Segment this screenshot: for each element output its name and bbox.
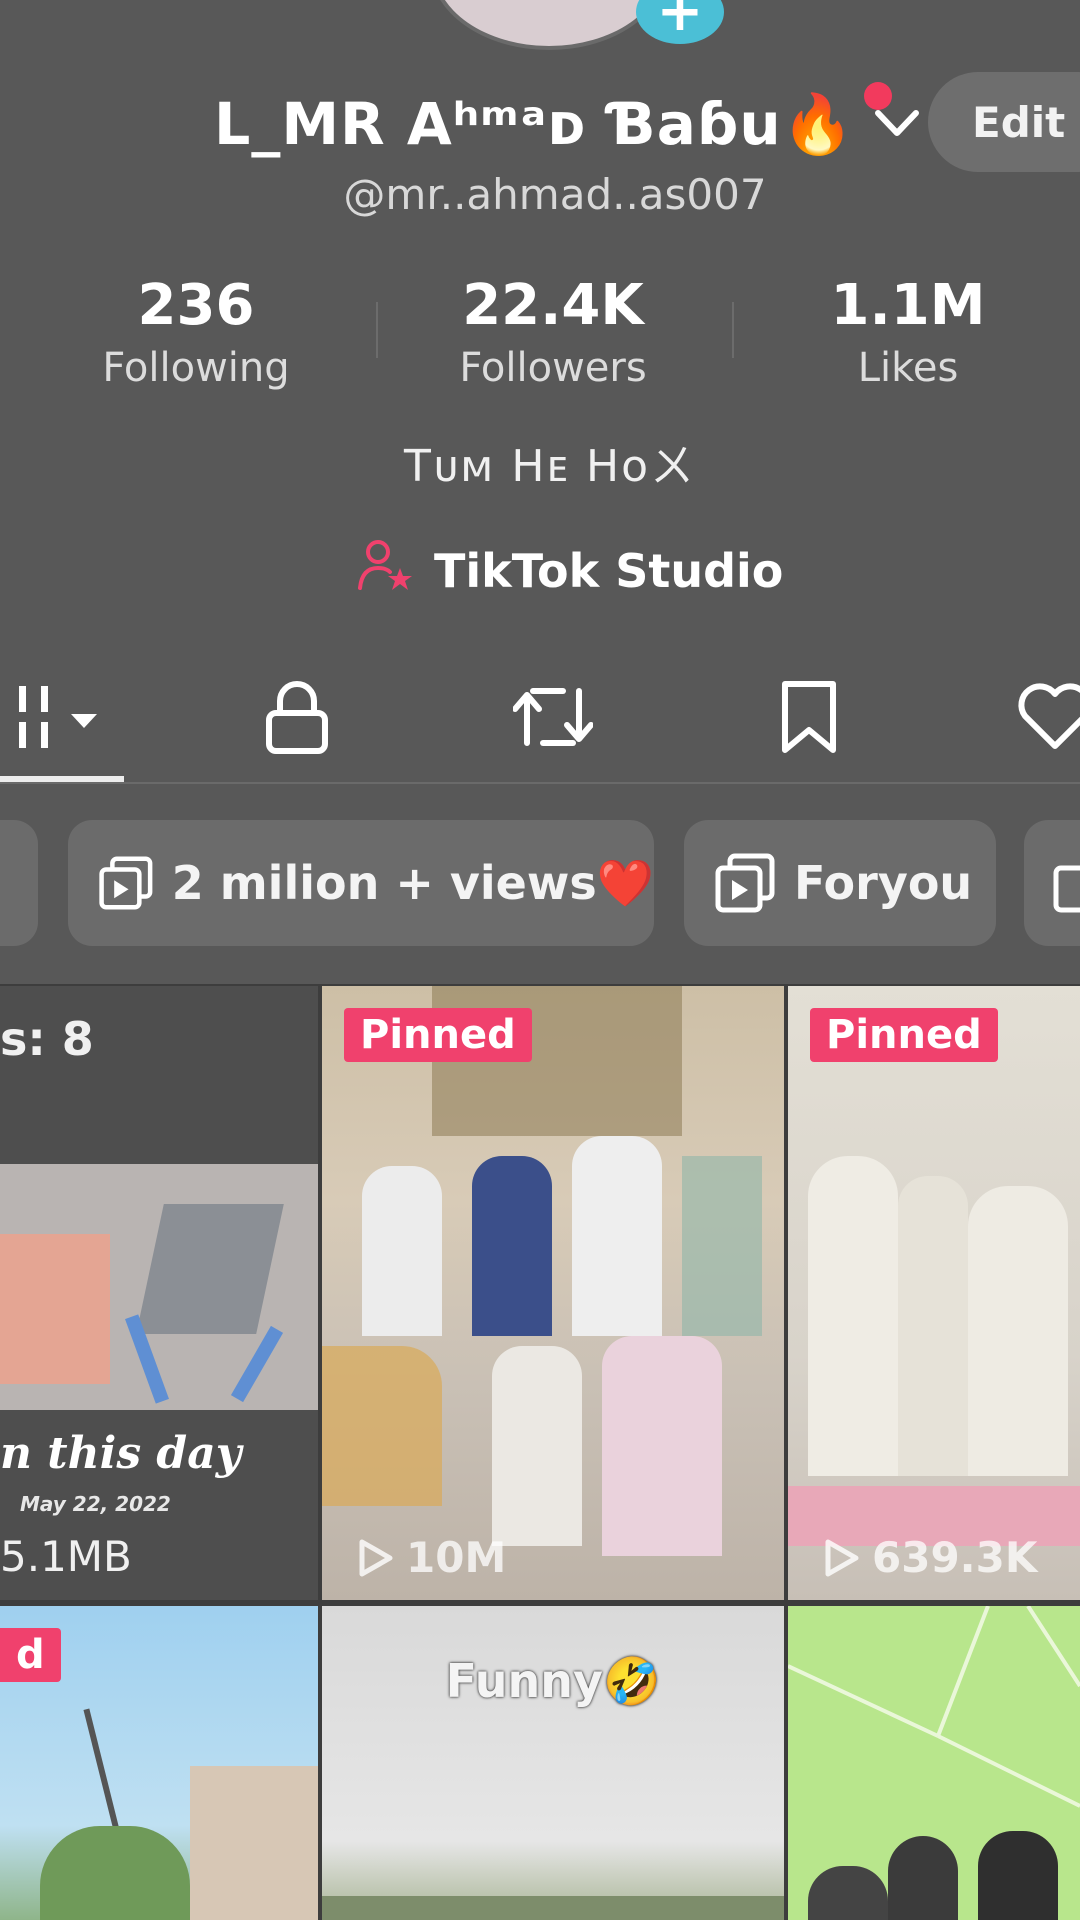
stat-following[interactable]: 236 Following (46, 270, 346, 394)
tiktok-studio-link[interactable]: TikTok Studio (356, 538, 783, 604)
collection-chip[interactable]: 2 milion + views❤️ (68, 820, 654, 946)
stat-divider (376, 302, 378, 358)
memory-title: n this day (0, 1428, 242, 1479)
username-handle: @mr..ahmad..as007 (343, 170, 767, 219)
collection-icon (1053, 865, 1080, 913)
video-thumbnail[interactable]: d (0, 1606, 318, 1920)
creator-star-icon (356, 538, 416, 605)
followers-count: 22.4K (462, 273, 644, 338)
grid-divider (784, 984, 788, 1920)
memory-date: May 22, 2022 (20, 1492, 171, 1516)
pinned-badge-partial: d (0, 1628, 61, 1682)
tab-videos[interactable] (6, 672, 106, 762)
followers-label: Followers (459, 345, 647, 391)
play-icon (825, 1539, 859, 1576)
collection-chip-partial[interactable] (1024, 820, 1080, 946)
grid-divider (318, 984, 322, 1920)
video-thumbnail[interactable]: Pinned 10M (322, 986, 784, 1600)
video-thumbnail[interactable] (788, 1606, 1080, 1920)
view-count-value: 10M (406, 1533, 507, 1582)
stat-divider (732, 302, 734, 358)
tab-favorites[interactable] (764, 672, 854, 762)
following-label: Following (102, 345, 290, 391)
drafts-memory-cell[interactable]: s: 8 n this day May 22, 2022 5.1MB (0, 986, 318, 1600)
tab-private[interactable] (252, 672, 342, 762)
likes-label: Likes (857, 345, 959, 391)
edit-profile-button[interactable]: Edit (928, 72, 1080, 172)
collection-label: Foryou (794, 856, 973, 910)
stat-likes[interactable]: 1.1M Likes (758, 270, 1058, 394)
tab-liked[interactable] (1010, 672, 1080, 762)
tabs-divider (0, 782, 1080, 784)
display-name: ᒪ_MR Aʰᵐᵃᴅ Ɓaɓu🔥 (214, 89, 855, 158)
profile-bio: Tᴜᴍ Hᴇ Hoㄨ (404, 441, 696, 492)
view-count: 639.3K (824, 1533, 1037, 1582)
repost-icon (513, 688, 593, 746)
collection-icon (715, 853, 775, 913)
tiktok-studio-label: TikTok Studio (434, 544, 784, 598)
grid-icon (19, 686, 97, 748)
tab-reposts[interactable] (508, 672, 598, 762)
notification-dot (864, 82, 892, 110)
memory-thumbnail (0, 1164, 318, 1410)
collection-icon (99, 856, 153, 910)
heart-icon (1018, 683, 1080, 749)
stat-followers[interactable]: 22.4K Followers (403, 270, 703, 394)
pinned-badge: Pinned (810, 1008, 998, 1062)
view-count-value: 639.3K (872, 1533, 1038, 1582)
video-thumbnail[interactable]: Pinned 639.3K (788, 986, 1080, 1600)
pinned-badge: Pinned (344, 1008, 532, 1062)
collection-chip[interactable]: Foryou (684, 820, 996, 946)
grid-divider (0, 1600, 1080, 1606)
view-count: 10M (358, 1533, 506, 1582)
active-tab-indicator (0, 776, 124, 782)
play-icon (359, 1539, 393, 1576)
add-story-plus-icon[interactable]: + (636, 0, 724, 44)
profile-avatar[interactable] (430, 0, 668, 50)
profile-name-row: ᒪ_MR Aʰᵐᵃᴅ Ɓaɓu🔥 (214, 78, 927, 170)
video-caption: Funny🤣 (445, 1654, 661, 1708)
collection-chip-partial[interactable] (0, 820, 38, 946)
drafts-count: s: 8 (0, 1012, 94, 1066)
likes-count: 1.1M (830, 273, 986, 338)
collection-label: 2 milion + views❤️ (171, 855, 654, 910)
memory-size: 5.1MB (0, 1532, 132, 1581)
following-count: 236 (137, 273, 255, 338)
bookmark-icon (782, 681, 836, 753)
lock-icon (266, 681, 328, 754)
video-thumbnail[interactable]: Funny🤣 (322, 1606, 784, 1920)
